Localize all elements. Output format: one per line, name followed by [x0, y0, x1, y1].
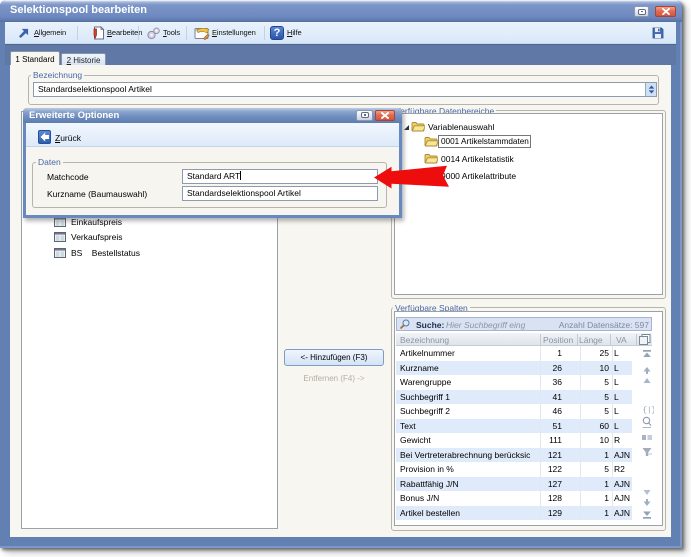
svg-text:{|}: {|}	[643, 407, 655, 415]
